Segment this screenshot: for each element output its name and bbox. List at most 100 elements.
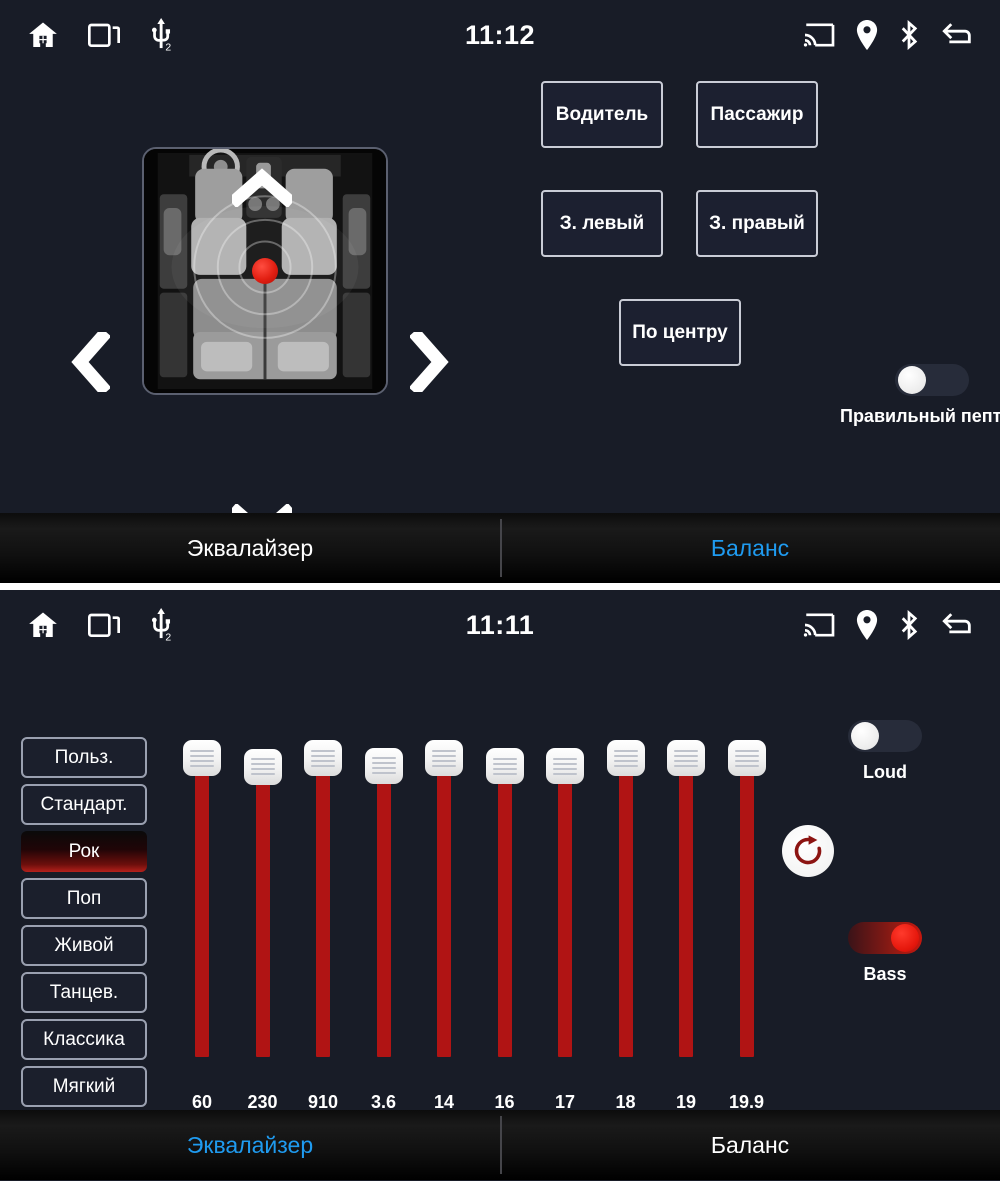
cast-icon[interactable] <box>802 21 836 49</box>
equalizer-right-controls: Loud Bass <box>770 660 1000 1110</box>
eq-slider-knob-4[interactable] <box>364 747 403 784</box>
peptide-toggle-knob <box>897 366 926 394</box>
peptide-toggle[interactable] <box>894 364 969 396</box>
eq-slider-knob-10[interactable] <box>727 740 766 776</box>
preset-soft[interactable]: Мягкий <box>21 1066 147 1107</box>
eq-slider-track-9 <box>679 768 693 1057</box>
eq-freq-value: 19 <box>675 1092 697 1112</box>
eq-slider-1[interactable]: 60Hz <box>172 740 232 1133</box>
zone-button-passenger[interactable]: Пассажир <box>696 81 818 148</box>
tab-equalizer-bottom[interactable]: Эквалайзер <box>0 1110 500 1180</box>
preset-list: Польз. Стандарт. Рок Поп Живой Танцев. К… <box>21 737 147 1160</box>
top-status-bar: 2 11:12 <box>0 0 1000 70</box>
eq-slider-track-3 <box>316 768 330 1057</box>
zone-button-driver[interactable]: Водитель <box>541 81 663 148</box>
eq-slider-track-10 <box>739 768 754 1057</box>
eq-slider-knob-7[interactable] <box>546 748 584 785</box>
eq-freq-value: 14 <box>433 1092 455 1112</box>
eq-slider-track-5 <box>437 768 451 1057</box>
loud-toggle-knob <box>851 722 879 750</box>
eq-freq-value: 18 <box>615 1092 636 1112</box>
equalizer-body: Польз. Стандарт. Рок Поп Живой Танцев. К… <box>0 660 1000 1154</box>
move-right-button[interactable] <box>408 327 452 397</box>
bottom-tab-bar: Эквалайзер Баланс <box>0 1110 1000 1180</box>
bluetooth-icon[interactable] <box>898 610 920 640</box>
eq-slider-10[interactable]: 19.9kHz <box>717 740 777 1133</box>
bass-toggle-group: Bass <box>848 922 922 985</box>
seat-position-control <box>0 70 500 543</box>
eq-slider-knob-2[interactable] <box>243 748 282 785</box>
eq-slider-4[interactable]: 3.6kHz <box>354 740 414 1133</box>
preset-pop[interactable]: Поп <box>21 878 147 919</box>
eq-slider-track-6 <box>497 776 512 1057</box>
zone-button-center[interactable]: По центру <box>619 299 741 366</box>
preset-dance[interactable]: Танцев. <box>21 972 147 1013</box>
eq-slider-knob-6[interactable] <box>485 748 524 785</box>
eq-slider-8[interactable]: 18kHz <box>596 740 656 1133</box>
eq-slider-track-1 <box>195 768 209 1057</box>
tab-balance-top[interactable]: Баланс <box>500 513 1000 583</box>
back-icon[interactable] <box>940 21 974 49</box>
reset-button[interactable] <box>782 825 834 877</box>
top-status-right-icons <box>802 20 974 50</box>
eq-slider-5[interactable]: 14kHz <box>414 740 474 1133</box>
eq-slider-6[interactable]: 16kHz <box>475 740 535 1133</box>
eq-freq-value: 230 <box>247 1092 278 1112</box>
peptide-toggle-group: Правильный пептид <box>840 364 1000 427</box>
loud-toggle[interactable] <box>848 720 922 752</box>
tab-separator-top <box>500 519 502 577</box>
bass-toggle-knob <box>891 924 919 952</box>
bottom-status-bar: 2 11:11 <box>0 590 1000 660</box>
tab-separator-bottom <box>500 1116 502 1174</box>
tab-equalizer-top[interactable]: Эквалайзер <box>0 513 500 583</box>
equalizer-sliders: 60Hz230Hz910Hz3.6kHz14kHz16kHz17kHz18kHz… <box>172 740 772 1133</box>
eq-slider-knob-1[interactable] <box>183 740 221 776</box>
eq-freq-value: 17 <box>554 1092 576 1112</box>
zone-button-rear-right[interactable]: З. правый <box>696 190 818 257</box>
loud-toggle-group: Loud <box>848 720 922 783</box>
eq-slider-track-7 <box>558 776 572 1057</box>
preset-standard[interactable]: Стандарт. <box>21 784 147 825</box>
eq-slider-3[interactable]: 910Hz <box>293 740 353 1133</box>
eq-slider-knob-3[interactable] <box>304 740 342 776</box>
bass-toggle[interactable] <box>848 922 922 954</box>
eq-freq-value: 16 <box>494 1092 515 1112</box>
back-icon[interactable] <box>940 611 974 639</box>
eq-slider-knob-9[interactable] <box>667 740 705 776</box>
eq-freq-value: 60 <box>191 1092 213 1112</box>
zone-button-rear-left[interactable]: З. левый <box>541 190 663 257</box>
screen-divider <box>0 583 1000 590</box>
tab-balance-bottom[interactable]: Баланс <box>500 1110 1000 1180</box>
move-left-button[interactable] <box>68 327 112 397</box>
bottom-status-right-icons <box>802 610 974 640</box>
eq-freq-value: 3.6 <box>370 1092 397 1112</box>
loud-toggle-label: Loud <box>863 762 907 782</box>
peptide-toggle-label: Правильный пептид <box>840 406 1000 426</box>
balance-body: Водитель Пассажир З. левый З. правый По … <box>0 70 1000 543</box>
equalizer-screen: 2 11:11 Польз. Стандарт. Рок Поп Живой Т… <box>0 590 1000 1181</box>
eq-freq-value: 910 <box>307 1092 339 1112</box>
eq-slider-7[interactable]: 17kHz <box>535 740 595 1133</box>
eq-slider-track-4 <box>376 775 391 1057</box>
eq-slider-track-8 <box>618 768 633 1057</box>
eq-freq-value: 19.9 <box>728 1092 765 1112</box>
location-icon[interactable] <box>856 610 878 640</box>
eq-slider-knob-5[interactable] <box>425 740 463 776</box>
move-up-button[interactable] <box>227 165 297 209</box>
cast-icon[interactable] <box>802 611 836 639</box>
preset-user[interactable]: Польз. <box>21 737 147 778</box>
bass-toggle-label: Bass <box>863 964 907 984</box>
refresh-icon <box>794 835 822 865</box>
top-tab-bar: Эквалайзер Баланс <box>0 513 1000 583</box>
location-icon[interactable] <box>856 20 878 50</box>
preset-live[interactable]: Живой <box>21 925 147 966</box>
eq-slider-track-2 <box>255 776 270 1057</box>
preset-classic[interactable]: Классика <box>21 1019 147 1060</box>
eq-slider-9[interactable]: 19kHz <box>656 740 716 1133</box>
preset-rock[interactable]: Рок <box>21 831 147 872</box>
balance-position-indicator[interactable] <box>252 258 278 284</box>
balance-screen: 2 11:12 Водитель Пассажир З. левый З. пр… <box>0 0 1000 583</box>
bluetooth-icon[interactable] <box>898 20 920 50</box>
eq-slider-knob-8[interactable] <box>606 740 645 776</box>
eq-slider-2[interactable]: 230Hz <box>233 740 293 1133</box>
